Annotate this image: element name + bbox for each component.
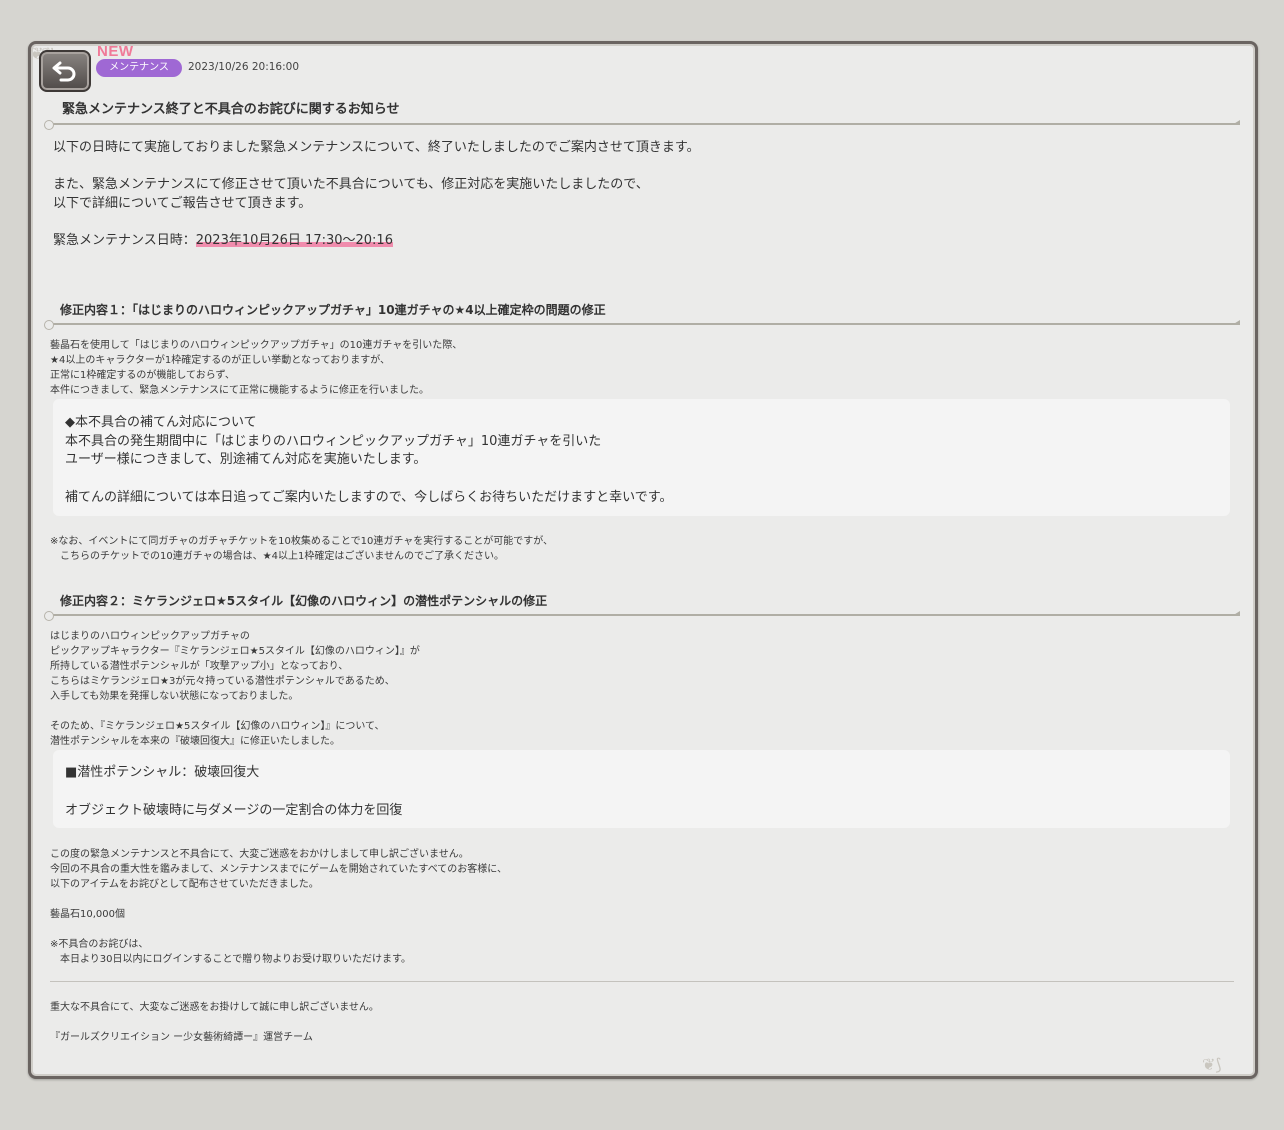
fix2-line: はじまりのハロウィンピックアップガチャの xyxy=(50,631,250,642)
fix1-line: 正常に1枠確定するのが機能しておらず、 xyxy=(50,370,235,381)
potential-box-line: オブジェクト破壊時に与ダメージの一定割合の体力を回復 xyxy=(65,803,403,818)
fix1-note: こちらのチケットでの10連ガチャの場合は、★4以上1枠確定はございませんのでご了… xyxy=(50,551,505,562)
intro-line-3: 以下で詳細についてご報告させて頂きます。 xyxy=(53,196,312,211)
intro-line-1: 以下の日時にて実施しておりました緊急メンテナンスについて、終了いたしましたのでご… xyxy=(53,140,700,155)
maintenance-schedule: 緊急メンテナンス日時：2023年10月26日 17:30〜20:16 xyxy=(53,229,393,248)
category-badge: メンテナンス xyxy=(96,59,182,77)
compensation-box-line: 本不具合の発生期間中に「はじまりのハロウィンピックアップガチャ」10連ガチャを引… xyxy=(65,434,602,449)
fix1-divider xyxy=(44,320,1240,330)
fix1-line: 藝晶石を使用して「はじまりのハロウィンピックアップガチャ」の10連ガチャを引いた… xyxy=(50,340,463,351)
apology-line: 今回の不具合の重大性を鑑みまして、メンテナンスまでにゲームを開始されていたすべて… xyxy=(50,864,507,875)
apology-line: 以下のアイテムをお詫びとして配布させていただきました。 xyxy=(50,879,319,890)
fix2-line: そのため、『ミケランジェロ★5スタイル【幻像のハロウィン】』について、 xyxy=(50,721,385,732)
post-datetime: 2023/10/26 20:16:00 xyxy=(188,61,300,73)
team-signature: 『ガールズクリエイション ー少女藝術綺譚ー』運営チーム xyxy=(50,1032,313,1043)
fix2-line: 所持している潜性ポテンシャルが「攻撃アップ小」となっており、 xyxy=(50,661,349,672)
fix2-heading: 修正内容２：ミケランジェロ★5スタイル【幻像のハロウィン】の潜性ポテンシャルの修… xyxy=(60,594,548,608)
compensation-box-line: ◆本不具合の補てん対応について xyxy=(65,415,257,430)
schedule-label: 緊急メンテナンス日時： xyxy=(53,233,196,248)
compensation-box-line: ユーザー様につきまして、別途補てん対応を実施いたします。 xyxy=(65,452,427,467)
apology-note: 本日より30日以内にログインすることで贈り物よりお受け取りいただけます。 xyxy=(50,954,412,965)
back-arrow-icon xyxy=(52,61,76,82)
fix2-line: 潜性ポテンシャルを本来の『破壊回復大』に修正いたしました。 xyxy=(50,736,340,747)
fix2-divider xyxy=(44,611,1240,621)
notice-title: 緊急メンテナンス終了と不具合のお詫びに関するお知らせ xyxy=(62,102,400,117)
apology-line: この度の緊急メンテナンスと不具合にて、大変ご迷惑をおかけしまして申し訳ございませ… xyxy=(50,849,469,860)
fix2-line: ピックアップキャラクター『ミケランジェロ★5スタイル【幻像のハロウィン】』が xyxy=(50,646,420,657)
footer-apology: 重大な不具合にて、大変なご迷惑をお掛けして誠に申し訳ございません。 xyxy=(50,1002,379,1013)
apology-item: 藝晶石10,000個 xyxy=(50,909,125,920)
fix2-line: 入手しても効果を発揮しない状態になっておりました。 xyxy=(50,691,299,702)
fix2-line: こちらはミケランジェロ★3が元々持っている潜性ポテンシャルであるため、 xyxy=(50,676,395,687)
schedule-value: 2023年10月26日 17:30〜20:16 xyxy=(195,233,393,248)
footer-divider xyxy=(50,981,1234,982)
corner-ornament-bottom-right: ❦⟆ xyxy=(1202,1055,1222,1074)
fix1-line: ★4以上のキャラクターが1枠確定するのが正しい挙動となっておりますが、 xyxy=(50,355,390,366)
fix1-note: ※なお、イベントにて同ガチャのガチャチケットを10枚集めることで10連ガチャを実… xyxy=(50,536,554,547)
new-label: NEW xyxy=(97,43,134,60)
back-button[interactable] xyxy=(39,50,91,92)
intro-line-2: また、緊急メンテナンスにて修正させて頂いた不具合についても、修正対応を実施いたし… xyxy=(53,177,649,192)
potential-box-line: ■潜性ポテンシャル：破壊回復大 xyxy=(65,765,260,780)
apology-note: ※不具合のお詫びは、 xyxy=(50,939,149,950)
compensation-box-line: 補てんの詳細については本日追ってご案内いたしますので、今しばらくお待ちいただけま… xyxy=(65,490,673,505)
fix1-heading: 修正内容１：「はじまりのハロウィンピックアップガチャ」10連ガチャの★4以上確定… xyxy=(60,303,606,317)
fix1-line: 本件につきまして、緊急メンテナンスにて正常に機能するように修正を行いました。 xyxy=(50,385,429,396)
title-divider xyxy=(44,120,1240,130)
